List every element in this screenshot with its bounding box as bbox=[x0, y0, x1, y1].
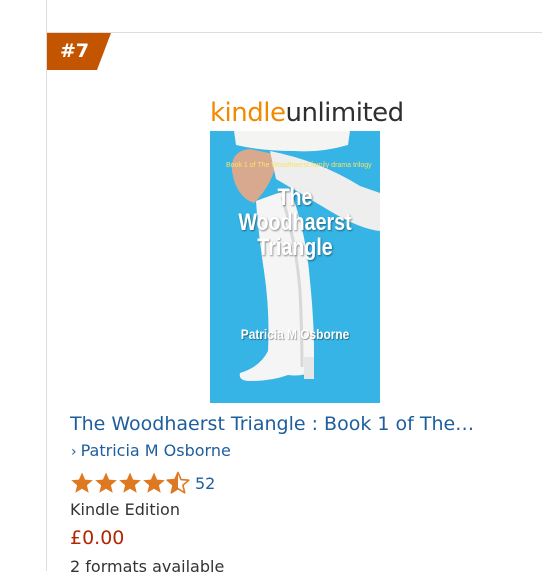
star-full-icon bbox=[95, 472, 117, 493]
cover-author: Patricia M Osborne bbox=[240, 326, 350, 342]
star-full-icon bbox=[119, 472, 141, 493]
cover-subtitle: Book 1 of The Woodhaerst family drama tr… bbox=[226, 162, 372, 169]
cover-title-line-2: Woodhaerst bbox=[238, 209, 352, 236]
card-left-border bbox=[46, 0, 47, 571]
cover-title-line-1: The bbox=[277, 184, 313, 211]
author-link[interactable]: › Patricia M Osborne bbox=[71, 440, 231, 463]
chevron-right-icon: › bbox=[71, 444, 77, 460]
price: £0.00 bbox=[70, 527, 125, 549]
rating-count-link[interactable]: 52 bbox=[195, 474, 215, 493]
product-card: #7 kindleunlimited Book 1 of The Woodhae… bbox=[0, 0, 542, 576]
kindle-unlimited-logo-kindle: kindle bbox=[210, 98, 286, 128]
format-label: Kindle Edition bbox=[70, 500, 180, 519]
kindle-unlimited-logo: kindleunlimited bbox=[210, 98, 404, 128]
book-cover-art bbox=[210, 131, 380, 403]
product-title-link[interactable]: The Woodhaerst Triangle : Book 1 of The… bbox=[70, 410, 490, 438]
rating-row[interactable]: 52 bbox=[70, 471, 215, 495]
author-name: Patricia M Osborne bbox=[80, 441, 231, 460]
rank-label: #7 bbox=[60, 40, 90, 62]
kindle-unlimited-logo-unlimited: unlimited bbox=[285, 98, 404, 128]
card-top-border bbox=[46, 32, 542, 33]
cover-title: The Woodhaerst Triangle bbox=[225, 185, 364, 260]
star-rating[interactable] bbox=[70, 471, 190, 495]
star-full-icon bbox=[71, 472, 93, 493]
cover-title-line-3: Triangle bbox=[257, 234, 333, 261]
book-cover-image[interactable]: Book 1 of The Woodhaerst family drama tr… bbox=[210, 131, 380, 403]
star-full-icon bbox=[143, 472, 165, 493]
star-half-icon bbox=[166, 471, 190, 494]
formats-available-link[interactable]: 2 formats available bbox=[70, 556, 224, 578]
